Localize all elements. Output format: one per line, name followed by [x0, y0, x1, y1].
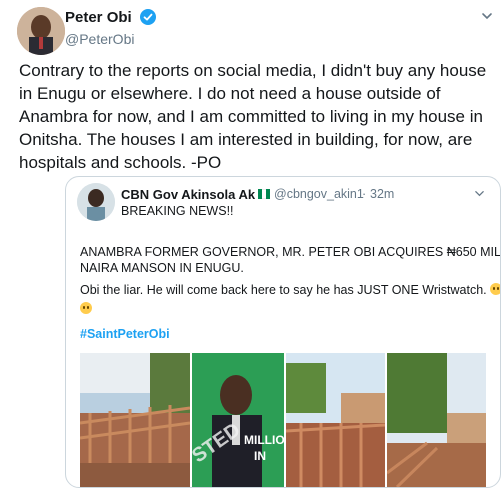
smiley-emoji-icon — [490, 283, 500, 295]
nigeria-flag-icon — [258, 189, 270, 199]
time-separator: · — [362, 187, 367, 201]
quoted-timestamp[interactable]: 32m — [370, 187, 394, 201]
verified-badge-icon — [140, 9, 156, 25]
chevron-down-icon[interactable] — [481, 10, 493, 22]
photo-gate-1[interactable] — [80, 353, 190, 487]
tweet-text: Contrary to the reports on social media,… — [19, 61, 487, 172]
photo-gate-2[interactable] — [286, 353, 385, 487]
author-display-name[interactable]: Peter Obi — [65, 9, 132, 26]
quoted-tweet[interactable]: CBN Gov Akinsola Ak @cbngov_akin1 · 32m … — [65, 176, 501, 488]
quoted-comment-text: Obi the liar. He will come back here to … — [80, 283, 487, 297]
quoted-chevron-down-icon[interactable] — [474, 188, 485, 199]
author-avatar[interactable] — [17, 7, 65, 55]
quoted-handle[interactable]: @cbngov_akin1 — [274, 187, 364, 201]
photo-portrait[interactable]: STED MILLION IN — [192, 353, 284, 487]
photo-grid: STED MILLION IN — [80, 353, 486, 487]
quoted-author-avatar[interactable] — [77, 183, 115, 221]
smiley-emoji-icon — [80, 302, 92, 314]
quoted-line-comment: Obi the liar. He will come back here to … — [80, 283, 500, 297]
photo-gate-3[interactable] — [387, 353, 486, 487]
quoted-display-name[interactable]: CBN Gov Akinsola Ak — [121, 187, 255, 202]
photo-overlay-text: MILLION — [244, 433, 284, 447]
author-handle[interactable]: @PeterObi — [65, 31, 134, 47]
quoted-line-headline-2: NAIRA MANSON IN ENUGU. — [80, 261, 244, 275]
hashtag-link[interactable]: #SaintPeterObi — [80, 327, 170, 341]
quoted-line-headline: ANAMBRA FORMER GOVERNOR, MR. PETER OBI A… — [80, 245, 501, 259]
quoted-line-breaking: BREAKING NEWS!! — [121, 204, 234, 218]
photo-overlay-text-2: IN — [254, 449, 266, 463]
